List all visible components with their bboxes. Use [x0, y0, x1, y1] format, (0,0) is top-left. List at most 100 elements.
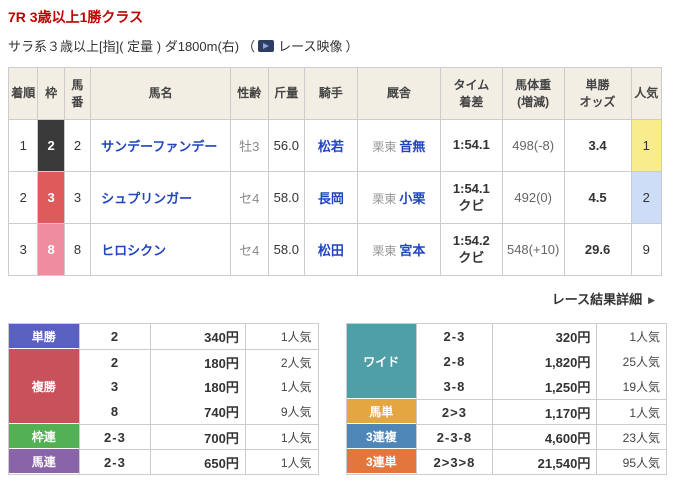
payout-amount: 650円 — [150, 449, 245, 474]
race-conditions: サラ系３歳以上[指]( 定量 ) ダ1800m(右) （ レース映像 ） — [8, 36, 667, 55]
paren-open: （ — [242, 39, 256, 54]
jockey-cell: 松田 — [304, 223, 358, 276]
col-header-odds: 単勝 オッズ — [563, 67, 632, 120]
race-result-detail-link[interactable]: レース結果詳細 ▶ — [552, 292, 655, 307]
margin: クビ — [458, 249, 485, 265]
col-header-number: 馬番 — [63, 67, 92, 120]
horse-number: 3 — [63, 171, 92, 224]
finish-time: 1:54.1 — [452, 137, 490, 153]
horse-name-link[interactable]: ヒロシクン — [101, 243, 166, 258]
payout-popularity: 95人気 — [596, 449, 666, 474]
race-results-table: 着順 枠 馬番 馬名 性齢 斤量 騎手 厩舎 タイム 着差 馬体重 (増減) 単… — [7, 67, 663, 276]
stable-area: 栗東 — [372, 244, 397, 258]
horse-name-cell: ヒロシクン — [90, 223, 232, 276]
stable-area: 栗東 — [372, 192, 397, 206]
payout-popularity: 1人気 — [244, 449, 318, 474]
payout-combo: 2-3 — [78, 449, 151, 474]
race-video-link[interactable]: レース映像 — [258, 36, 343, 55]
video-play-icon — [258, 39, 275, 52]
col-header-jockey: 騎手 — [304, 67, 358, 120]
payout-row: 複勝 2 180円 2人気 — [9, 349, 318, 424]
sex-age: セ4 — [230, 171, 269, 224]
payout-amount: 180円 — [150, 349, 245, 374]
col-header-name: 馬名 — [90, 67, 232, 120]
horse-number: 2 — [63, 119, 92, 172]
bet-type-tansho: 単勝 — [9, 324, 79, 349]
payout-row: 枠連 2-3 700円 1人気 — [9, 424, 318, 449]
horse-name-cell: シュプリンガー — [90, 171, 232, 224]
payout-row: 馬連 2-3 650円 1人気 — [9, 449, 318, 474]
table-row: 2 3 3 シュプリンガー セ4 58.0 長岡 栗東 小栗 1:54.1 クビ 4… — [7, 171, 663, 224]
payout-popularity: 1人気 — [596, 399, 666, 424]
bet-type-sanrenpuku: 3連複 — [346, 424, 417, 449]
payout-amount: 180円 — [150, 374, 245, 399]
stable-area: 栗東 — [372, 140, 397, 154]
frame-number: 3 — [37, 171, 65, 224]
payout-combo: 2 — [78, 324, 151, 349]
jockey-cell: 長岡 — [304, 171, 358, 224]
payout-combo: 3 — [78, 374, 151, 399]
payout-combo: 2-3-8 — [416, 424, 492, 449]
payout-amount: 1,170円 — [491, 399, 597, 424]
col-header-horse-weight: 馬体重 (増減) — [501, 67, 565, 120]
win-odds: 4.5 — [563, 171, 632, 224]
jockey-link[interactable]: 長岡 — [318, 191, 344, 206]
race-conditions-text: サラ系３歳以上[指]( 定量 ) ダ1800m(右) — [8, 39, 240, 54]
horse-name-link[interactable]: サンデーファンデー — [101, 139, 217, 154]
payout-amount: 320円 — [491, 324, 597, 349]
table-row: 1 2 2 サンデーファンデー 牡3 56.0 松若 栗東 音無 1:54.1 4… — [7, 119, 663, 172]
horse-weight: 492(0) — [501, 171, 565, 224]
win-odds: 29.6 — [563, 223, 632, 276]
popularity: 2 — [630, 171, 663, 224]
col-header-popularity: 人気 — [630, 67, 663, 120]
payout-popularity: 19人気 — [596, 374, 666, 399]
payout-row: ワイド 2-3 320円 1人気 — [346, 324, 666, 399]
payout-amount: 4,600円 — [491, 424, 597, 449]
carried-weight: 58.0 — [267, 171, 306, 224]
margin: クビ — [458, 197, 485, 213]
payout-popularity: 1人気 — [244, 374, 318, 399]
payout-row: 単勝 2 340円 1人気 — [9, 324, 318, 349]
stable-cell: 栗東 宮本 — [356, 223, 441, 276]
popularity: 9 — [630, 223, 663, 276]
payout-popularity: 9人気 — [244, 399, 318, 424]
finish-time: 1:54.1 — [452, 181, 490, 197]
jockey-link[interactable]: 松若 — [318, 139, 344, 154]
payout-combo: 2 — [78, 349, 151, 374]
col-header-frame: 枠 — [37, 67, 65, 120]
payout-amount: 21,540円 — [491, 449, 597, 474]
jockey-link[interactable]: 松田 — [318, 243, 344, 258]
bet-type-umaren: 馬連 — [9, 449, 79, 474]
col-header-sex-age: 性齢 — [230, 67, 269, 120]
trainer-link[interactable]: 音無 — [399, 139, 425, 154]
payout-combo: 2-3 — [416, 324, 492, 349]
arrow-right-icon: ▶ — [648, 295, 655, 305]
jockey-cell: 松若 — [304, 119, 358, 172]
finish-order: 3 — [7, 223, 39, 276]
finish-order: 1 — [7, 119, 39, 172]
trainer-link[interactable]: 宮本 — [399, 243, 425, 258]
payout-table-right: ワイド 2-3 320円 1人気 2-8 1,820円 25人気 3-8 1,2… — [345, 323, 667, 475]
payout-combo: 8 — [78, 399, 151, 424]
bet-type-fukusho: 複勝 — [9, 349, 79, 424]
payout-table-left: 単勝 2 340円 1人気 複勝 2 180円 2人気 3 180円 1人気 8… — [8, 323, 319, 475]
win-odds: 3.4 — [563, 119, 632, 172]
payout-combo: 2>3 — [416, 399, 492, 424]
race-video-label: レース映像 — [278, 39, 343, 54]
time-margin-cell: 1:54.1 — [439, 119, 503, 172]
payout-section: 単勝 2 340円 1人気 複勝 2 180円 2人気 3 180円 1人気 8… — [8, 323, 667, 475]
carried-weight: 56.0 — [267, 119, 306, 172]
horse-name-link[interactable]: シュプリンガー — [101, 191, 192, 206]
payout-row: 3連単 2>3>8 21,540円 95人気 — [346, 449, 666, 474]
race-title: 7R 3歳以上1勝クラス — [8, 9, 144, 25]
sex-age: 牡3 — [230, 119, 269, 172]
stable-cell: 栗東 小栗 — [356, 171, 441, 224]
stable-cell: 栗東 音無 — [356, 119, 441, 172]
race-result-page: 7R 3歳以上1勝クラス サラ系３歳以上[指]( 定量 ) ダ1800m(右) … — [0, 0, 675, 475]
bet-type-wakuren: 枠連 — [9, 424, 79, 449]
payout-amount: 1,250円 — [491, 374, 597, 399]
bet-type-sanrentan: 3連単 — [346, 449, 417, 474]
time-margin-cell: 1:54.2 クビ — [439, 223, 503, 276]
payout-amount: 700円 — [150, 424, 245, 449]
trainer-link[interactable]: 小栗 — [399, 191, 425, 206]
